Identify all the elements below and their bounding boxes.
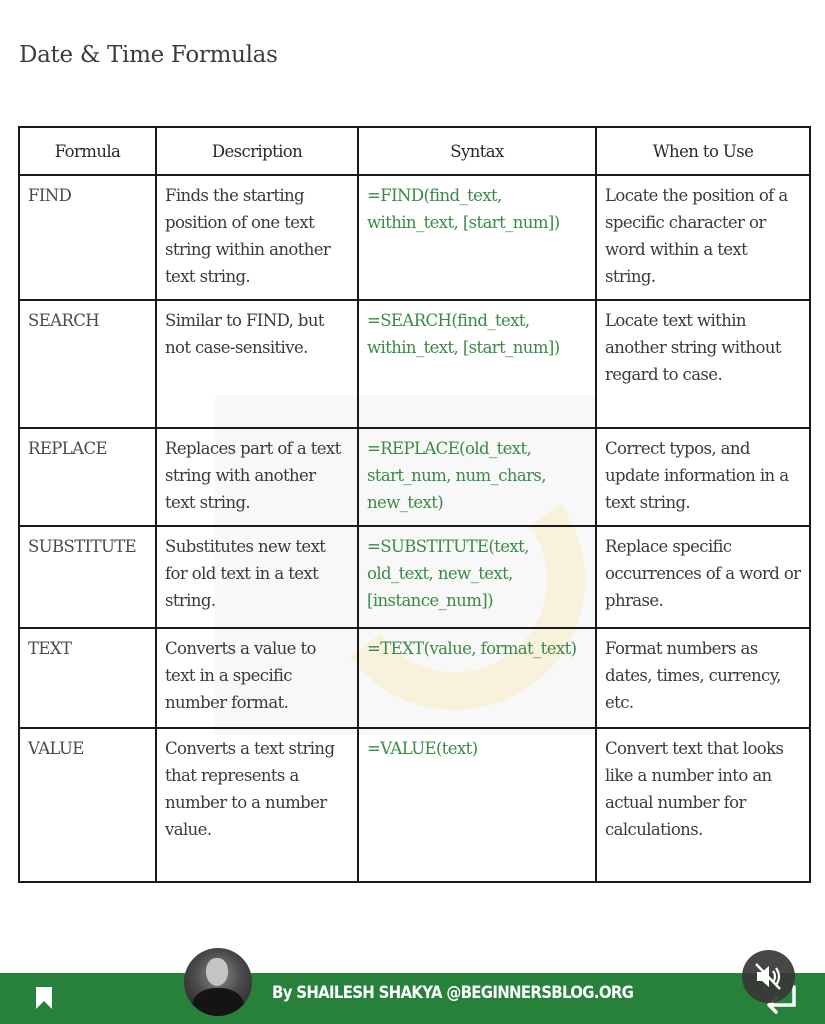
bookmark-icon[interactable] <box>35 986 53 1010</box>
formula-when-to-use: Locate the position of a specific charac… <box>595 174 811 301</box>
avatar-face <box>206 958 228 986</box>
table-row: SEARCH Similar to FIND, but not case-sen… <box>18 299 811 429</box>
formula-syntax: =SEARCH(find_text, within_text, [start_n… <box>357 299 597 429</box>
formula-name: SEARCH <box>18 299 157 429</box>
table-row: FIND Finds the starting position of one … <box>18 174 811 301</box>
formula-description: Converts a value to text in a specific n… <box>155 627 359 729</box>
header-description: Description <box>155 126 359 176</box>
table-header-row: Formula Description Syntax When to Use <box>18 126 811 176</box>
table-row: VALUE Converts a text string that repres… <box>18 727 811 883</box>
avatar-body <box>192 988 244 1016</box>
formula-name: SUBSTITUTE <box>18 525 157 629</box>
formula-when-to-use: Locate text within another string withou… <box>595 299 811 429</box>
formula-name: REPLACE <box>18 427 157 527</box>
formula-description: Converts a text string that represents a… <box>155 727 359 883</box>
author-byline: By SHAILESH SHAKYA @BEGINNERSBLOG.ORG <box>272 983 634 1003</box>
table-row: TEXT Converts a value to text in a speci… <box>18 627 811 729</box>
formula-when-to-use: Format numbers as dates, times, currency… <box>595 627 811 729</box>
formula-description: Substitutes new text for old text in a t… <box>155 525 359 629</box>
formula-description: Finds the starting position of one text … <box>155 174 359 301</box>
header-syntax: Syntax <box>357 126 597 176</box>
formula-when-to-use: Convert text that looks like a number in… <box>595 727 811 883</box>
formula-syntax: =SUBSTITUTE(text, old_text, new_text, [i… <box>357 525 597 629</box>
speaker-muted-icon <box>755 963 781 990</box>
page-title: Date & Time Formulas <box>19 42 278 68</box>
formula-name: VALUE <box>18 727 157 883</box>
formula-syntax: =REPLACE(old_text, start_num, num_chars,… <box>357 427 597 527</box>
formula-syntax: =VALUE(text) <box>357 727 597 883</box>
formula-syntax: =FIND(find_text, within_text, [start_num… <box>357 174 597 301</box>
formula-when-to-use: Replace specific occurrences of a word o… <box>595 525 811 629</box>
formula-description: Similar to FIND, but not case-sensitive. <box>155 299 359 429</box>
table-row: SUBSTITUTE Substitutes new text for old … <box>18 525 811 629</box>
author-avatar[interactable] <box>184 948 252 1016</box>
mute-button[interactable] <box>742 950 795 1003</box>
formula-description: Replaces part of a text string with anot… <box>155 427 359 527</box>
header-formula: Formula <box>18 126 157 176</box>
formula-when-to-use: Correct typos, and update information in… <box>595 427 811 527</box>
formula-name: FIND <box>18 174 157 301</box>
table-row: REPLACE Replaces part of a text string w… <box>18 427 811 527</box>
formula-name: TEXT <box>18 627 157 729</box>
formula-table: Formula Description Syntax When to Use F… <box>18 126 811 883</box>
formula-syntax: =TEXT(value, format_text) <box>357 627 597 729</box>
header-when-to-use: When to Use <box>595 126 811 176</box>
